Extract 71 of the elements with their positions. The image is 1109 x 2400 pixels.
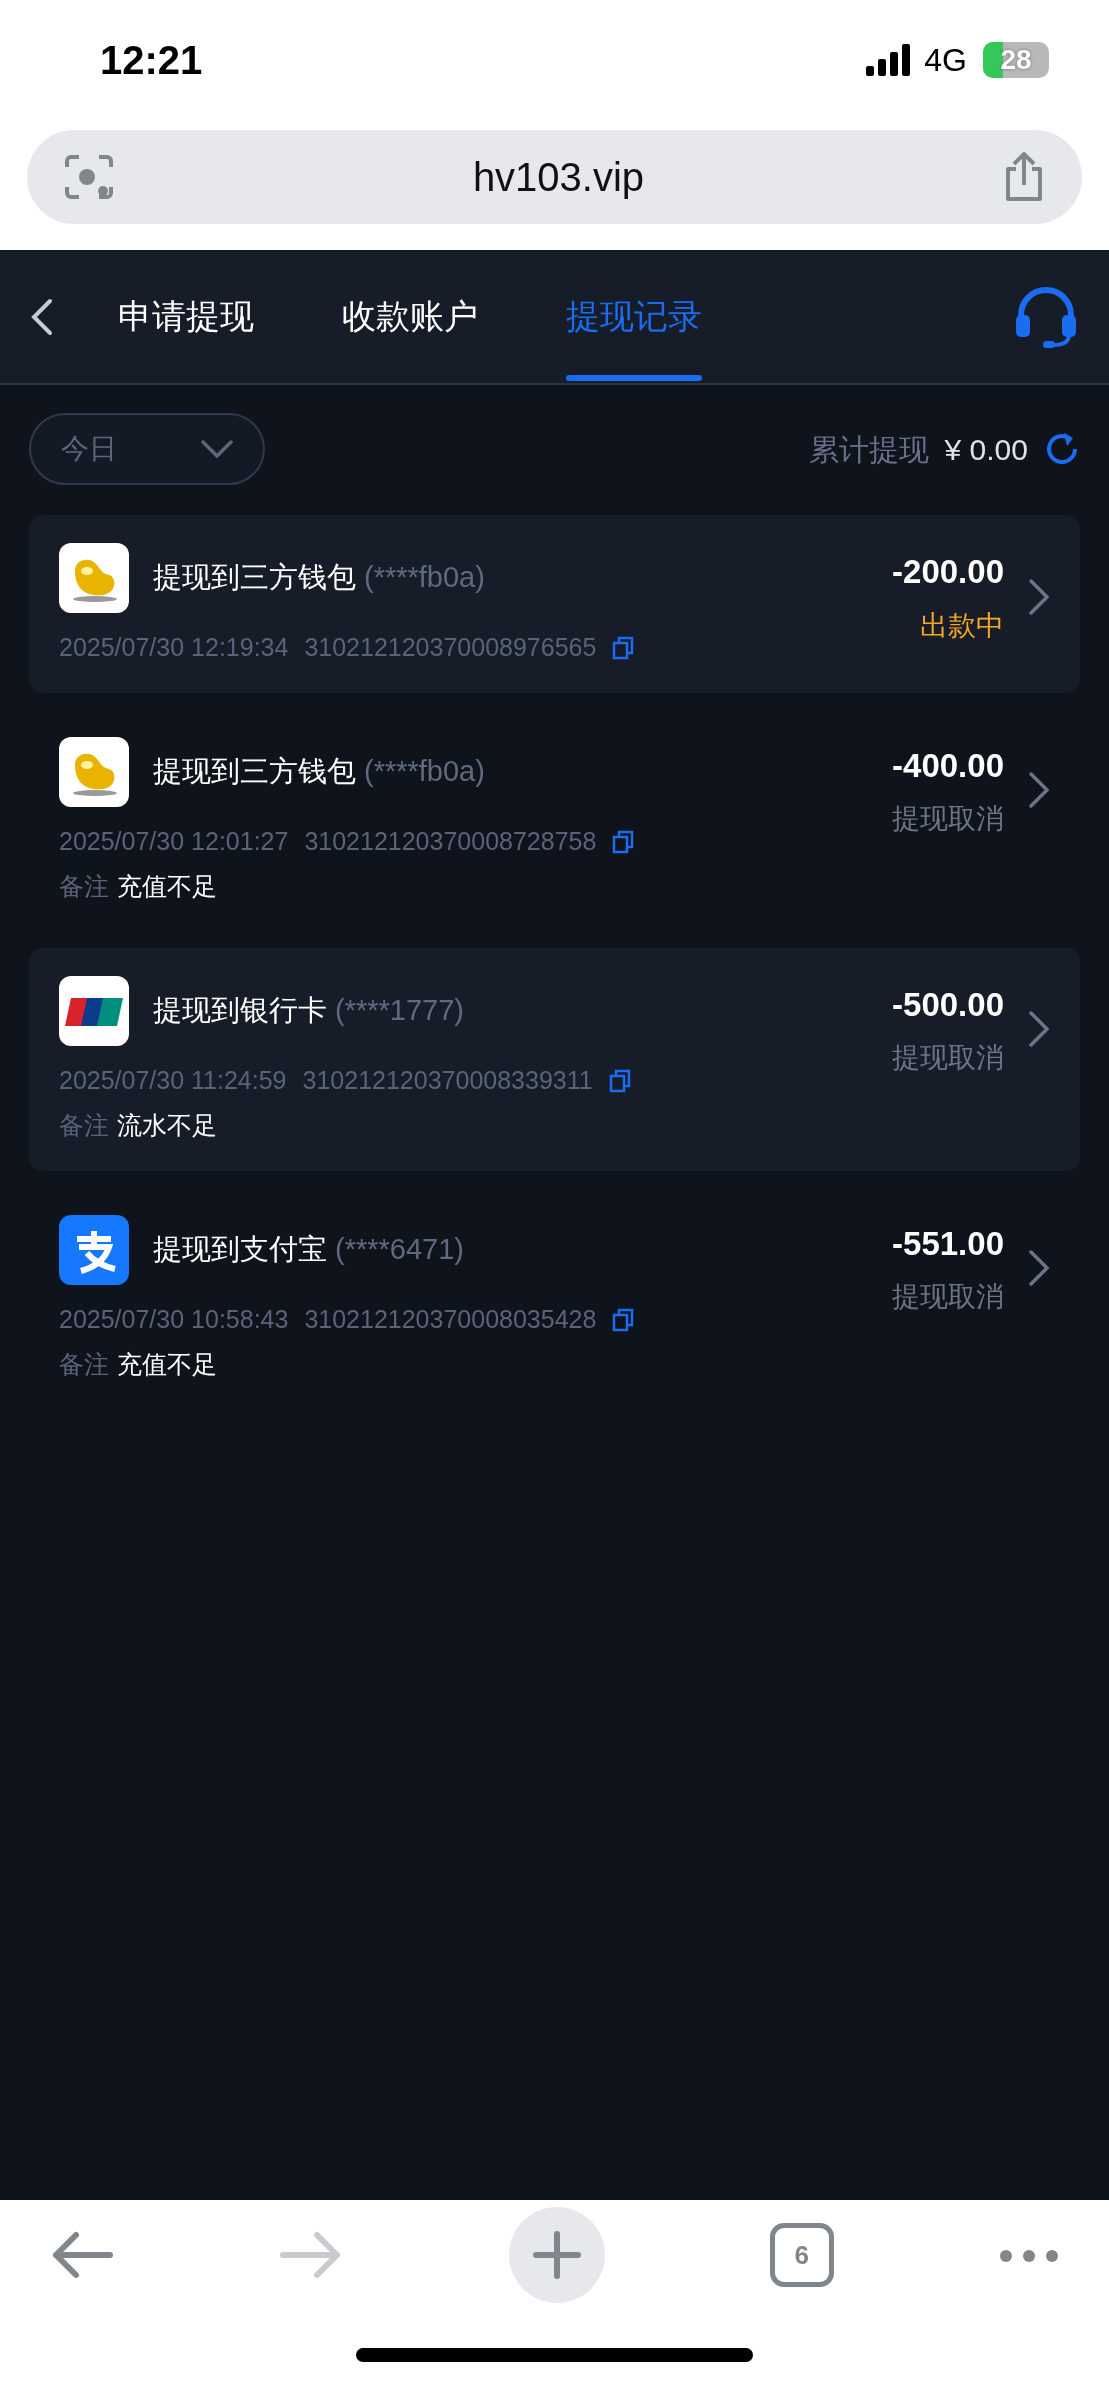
refresh-icon bbox=[1044, 431, 1080, 467]
record-time: 2025/07/30 12:19:34 bbox=[59, 632, 289, 663]
copy-icon bbox=[612, 829, 635, 854]
account-number: (****1777) bbox=[335, 992, 464, 1028]
record-time: 2025/07/30 12:01:27 bbox=[59, 825, 289, 857]
record-time: 2025/07/30 10:58:43 bbox=[59, 1303, 289, 1335]
arrow-left-icon bbox=[50, 2230, 114, 2280]
address-bar[interactable]: hv103.vip bbox=[27, 130, 1082, 224]
tab-count-button[interactable]: 6 bbox=[769, 2223, 834, 2287]
record-card[interactable]: 提现到三方钱包 (****fb0a) 2025/07/30 12:01:27 310212120370008728758 备注 充值不足 -400.00 提现取消 bbox=[29, 708, 1080, 932]
note-text: 流水不足 bbox=[117, 1110, 217, 1141]
chevron-right-icon bbox=[1028, 770, 1050, 811]
url-text: hv103.vip bbox=[472, 154, 645, 201]
amount: -500.00 bbox=[892, 984, 1004, 1025]
record-status: 出款中 bbox=[920, 608, 1004, 643]
copy-icon bbox=[612, 636, 635, 661]
record-card[interactable]: 提现到三方钱包 (****fb0a) 2025/07/30 12:19:34 310212120370008976565 -200.00 出款中 bbox=[29, 515, 1080, 693]
account-number: (****fb0a) bbox=[364, 560, 485, 596]
record-card[interactable]: 提现到银行卡 (****1777) 2025/07/30 11:24:59 310212120370008339311 备注 流水不足 -500.00 提现取消 bbox=[29, 947, 1080, 1171]
record-card[interactable]: 提现到支付宝 (****6471) 2025/07/30 10:58:43 310212120370008035428 备注 充值不足 -551.00 提现取消 bbox=[29, 1186, 1080, 1410]
alipay-icon bbox=[59, 1214, 129, 1285]
chevron-down-icon bbox=[201, 440, 233, 458]
copy-button[interactable] bbox=[608, 1067, 631, 1093]
signal-icon bbox=[866, 44, 913, 76]
account-number: (****fb0a) bbox=[364, 753, 485, 789]
note-text: 充值不足 bbox=[117, 1349, 217, 1380]
note-label: 备注 bbox=[59, 1349, 109, 1380]
note-label: 备注 bbox=[59, 871, 109, 902]
copy-icon bbox=[612, 1307, 635, 1332]
total-label: 累计提现 bbox=[808, 431, 929, 468]
refresh-button[interactable] bbox=[1044, 431, 1080, 467]
note-text: 充值不足 bbox=[117, 871, 217, 902]
headset-icon bbox=[1013, 284, 1079, 349]
chevron-right-icon bbox=[1028, 1248, 1050, 1289]
order-number: 310212120370008035428 bbox=[304, 1303, 597, 1335]
order-number: 310212120370008728758 bbox=[304, 825, 597, 857]
plus-icon bbox=[531, 2230, 582, 2280]
back-button[interactable] bbox=[30, 296, 54, 337]
order-number: 310212120370008976565 bbox=[304, 632, 597, 663]
copy-icon bbox=[608, 1068, 631, 1093]
note-label: 备注 bbox=[59, 1110, 109, 1141]
record-status: 提现取消 bbox=[892, 1280, 1004, 1314]
wallet-icon bbox=[59, 736, 129, 807]
status-time: 12:21 bbox=[100, 37, 203, 84]
tab[interactable]: 收款账户 bbox=[342, 250, 478, 383]
account-number: (****6471) bbox=[335, 1231, 464, 1267]
record-title: 提现到三方钱包 bbox=[153, 753, 356, 789]
record-title: 提现到银行卡 bbox=[153, 992, 327, 1028]
bank-card-icon bbox=[59, 975, 129, 1046]
copy-button[interactable] bbox=[612, 828, 635, 854]
record-status: 提现取消 bbox=[892, 1041, 1004, 1075]
copy-button[interactable] bbox=[612, 635, 635, 661]
copy-button[interactable] bbox=[612, 1306, 635, 1332]
tab[interactable]: 申请提现 bbox=[118, 250, 254, 383]
amount: -400.00 bbox=[892, 745, 1004, 786]
total-amount: ¥ 0.00 bbox=[944, 431, 1028, 468]
more-icon bbox=[999, 2248, 1059, 2263]
customer-service-button[interactable] bbox=[1013, 284, 1079, 349]
order-number: 310212120370008339311 bbox=[302, 1064, 593, 1096]
tab[interactable]: 提现记录 bbox=[566, 250, 702, 383]
chevron-right-icon bbox=[1028, 1009, 1050, 1050]
record-title: 提现到三方钱包 bbox=[153, 560, 356, 596]
amount: -551.00 bbox=[892, 1223, 1004, 1264]
amount: -200.00 bbox=[892, 552, 1004, 592]
record-time: 2025/07/30 11:24:59 bbox=[59, 1064, 287, 1096]
chevron-right-icon bbox=[1028, 576, 1050, 617]
record-title: 提现到支付宝 bbox=[153, 1231, 327, 1267]
chevron-left-icon bbox=[30, 296, 54, 337]
network-label: 4G bbox=[924, 41, 967, 80]
wallet-icon bbox=[59, 543, 129, 613]
record-status: 提现取消 bbox=[892, 802, 1004, 836]
